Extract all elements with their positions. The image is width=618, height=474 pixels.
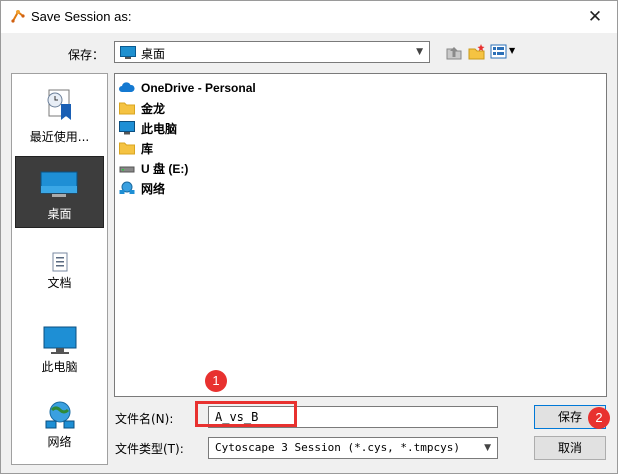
window-title: Save Session as: [31, 9, 132, 24]
annotation-badge-2: 2 [588, 407, 610, 429]
view-list-icon [490, 44, 507, 59]
network-icon [45, 401, 75, 429]
filetype-select[interactable]: Cytoscape 3 Session (*.cys, *.tmpcys) ▼ [208, 437, 498, 459]
list-item[interactable]: OneDrive - Personal [119, 78, 256, 98]
recent-icon [47, 89, 71, 120]
place-desktop-label: 桌面 [47, 207, 72, 221]
computer-icon [43, 326, 77, 354]
up-folder-icon[interactable] [445, 43, 463, 61]
folder-icon [119, 101, 135, 115]
drive-icon [119, 161, 135, 175]
place-recent[interactable]: 最近使用... [15, 80, 104, 152]
file-name: 此电脑 [141, 121, 178, 136]
documents-icon [52, 252, 68, 272]
cloud-icon [119, 81, 135, 95]
save-session-dialog: Save Session as: ✕ 保存： 桌面 ▼ ▼ 最近使用... 桌面… [0, 0, 618, 474]
title-bar: Save Session as: ✕ [1, 1, 617, 33]
file-name: 金龙 [141, 101, 166, 116]
file-name: OneDrive - Personal [141, 81, 256, 95]
desktop-icon [120, 46, 136, 59]
file-list: OneDrive - Personal 金龙 此电脑 库 U 盘 (E:) 网络 [114, 73, 607, 397]
desktop-icon [40, 171, 78, 197]
place-documents[interactable]: 文档 [15, 242, 104, 314]
list-item[interactable]: U 盘 (E:) [119, 158, 188, 178]
dropdown-arrow-icon: ▼ [509, 46, 516, 55]
cancel-button[interactable]: 取消 [534, 436, 606, 460]
filetype-value: Cytoscape 3 Session (*.cys, *.tmpcys) [215, 441, 461, 454]
annotation-badge-1: 1 [205, 370, 227, 392]
place-network-label: 网络 [47, 435, 72, 449]
save-in-label: 保存： [68, 48, 105, 62]
folder-icon [119, 141, 135, 155]
places-sidebar: 最近使用... 桌面 文档 此电脑 网络 [11, 73, 108, 465]
file-name: 网络 [141, 181, 166, 196]
place-documents-label: 文档 [47, 276, 72, 290]
chevron-down-icon: ▼ [416, 47, 423, 57]
file-name: 库 [141, 141, 154, 156]
list-item[interactable]: 此电脑 [119, 118, 177, 138]
place-desktop[interactable]: 桌面 [15, 156, 104, 228]
list-item[interactable]: 网络 [119, 178, 165, 198]
computer-icon [119, 121, 135, 135]
cytoscape-app-icon [11, 10, 25, 23]
new-folder-icon[interactable] [468, 43, 486, 61]
filename-label: 文件名(N): [115, 412, 174, 426]
view-menu-button[interactable]: ▼ [490, 43, 516, 61]
filetype-label: 文件类型(T): [115, 442, 184, 456]
network-icon [119, 181, 135, 195]
place-network[interactable]: 网络 [15, 396, 104, 468]
close-button[interactable]: ✕ [573, 1, 617, 33]
chevron-down-icon: ▼ [484, 443, 491, 453]
list-item[interactable]: 库 [119, 138, 153, 158]
place-recent-label: 最近使用... [29, 130, 90, 144]
list-item[interactable]: 金龙 [119, 98, 165, 118]
place-computer-label: 此电脑 [41, 360, 78, 374]
close-icon: ✕ [587, 7, 603, 27]
file-name: U 盘 (E:) [141, 161, 189, 176]
place-computer[interactable]: 此电脑 [15, 322, 104, 394]
save-in-value: 桌面 [141, 47, 166, 61]
annotation-highlight-box [195, 401, 297, 427]
save-in-combo[interactable]: 桌面 ▼ [114, 41, 430, 63]
